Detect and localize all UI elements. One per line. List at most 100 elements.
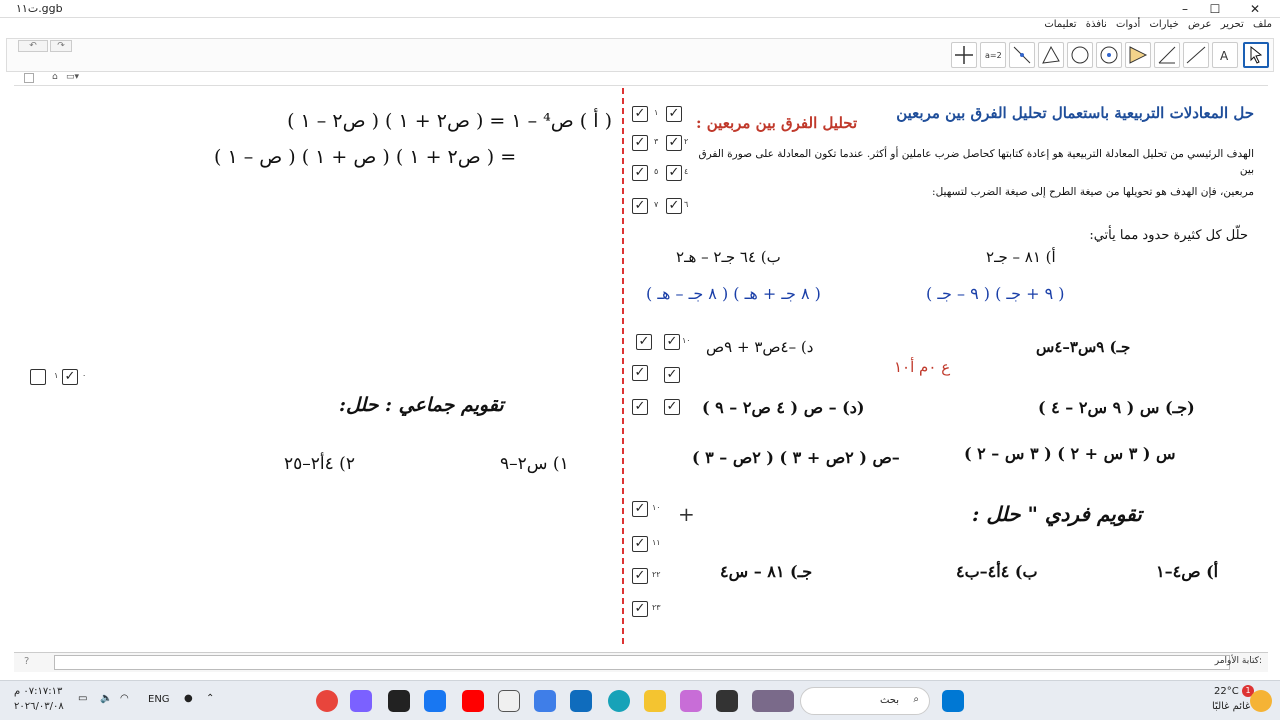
weather-desc[interactable]: غائم غالبًا (1212, 701, 1250, 712)
copilot-app-icon[interactable] (680, 690, 702, 712)
app-icon[interactable] (534, 690, 556, 712)
checkbox-label: ٧ (654, 200, 659, 209)
redo-button[interactable]: ↷ (50, 40, 72, 52)
solution-c-step1: (جـ) س ( ٩ س٢ – ٤ ) (1038, 398, 1195, 417)
lesson-subtitle: تحليل الفرق بين مربعين : (696, 114, 858, 132)
checkbox[interactable]: ✓ (632, 399, 648, 415)
copilot-icon[interactable] (350, 690, 372, 712)
checkbox[interactable]: ✓ (632, 568, 648, 584)
left-equation-2: = ( ص٢ + ١ ) ( ص + ١ ) ( ص – ١ ) (214, 146, 517, 168)
clock-date[interactable]: ٢٠٢٦/٠٣/٠٨ (14, 701, 64, 712)
checkbox[interactable]: ✓ (666, 135, 682, 151)
individual-assessment-heading: تقويم فردي " حلل : (972, 502, 1142, 526)
graphics-view-right[interactable]: ✓ ✓ ١ ✓ ✓ ٣ ٢ ✓ ✓ ٥ ٤ ✓ ✓ ٧ ٦ ✓ ✓ ١٠ ✓ ✓… (626, 88, 1268, 644)
undo-button[interactable]: ↶ (18, 40, 48, 52)
youtube-icon[interactable] (462, 690, 484, 712)
start-icon[interactable] (942, 690, 964, 712)
search-box[interactable]: بحث ⌕ (800, 687, 930, 715)
checkbox[interactable]: ✓ (664, 334, 680, 350)
minimize-button[interactable]: – (1170, 0, 1200, 18)
menu-view[interactable]: عرض (1188, 19, 1212, 30)
problem-b: ب) ٦٤ جـ٢ – هـ٢ (676, 248, 781, 266)
tray-chevron-icon[interactable]: ⌃ (206, 693, 214, 704)
circle-center-tool-icon[interactable] (1096, 42, 1122, 68)
weather-temp[interactable]: 22°C (1214, 686, 1239, 697)
slider-tool-icon[interactable]: a=2 (980, 42, 1006, 68)
perpendicular-tool-icon[interactable] (1009, 42, 1035, 68)
battery-icon[interactable]: ▭ (78, 693, 87, 704)
checkbox-label: ٣ (654, 137, 659, 146)
plus-cursor-icon: + (678, 502, 695, 526)
checkbox[interactable]: ✓ (632, 198, 648, 214)
line-tool-icon[interactable] (1183, 42, 1209, 68)
panel-divider[interactable] (622, 88, 624, 644)
checkbox[interactable]: ✓ (664, 399, 680, 415)
svg-text:a=2: a=2 (985, 51, 1002, 60)
menu-options[interactable]: خيارات (1149, 19, 1178, 30)
checkbox-unchecked[interactable] (30, 369, 46, 385)
checkbox[interactable]: ✓ (632, 536, 648, 552)
checkbox[interactable]: ✓ (632, 501, 648, 517)
language-indicator[interactable]: ENG (148, 694, 170, 705)
polygon-tool-icon[interactable] (1038, 42, 1064, 68)
checkbox[interactable]: ✓ (632, 135, 648, 151)
checkbox-label: ٢٢ (652, 570, 661, 579)
command-input[interactable] (54, 655, 1230, 670)
problem-d: د) –٤ص٣ + ٩ص (706, 338, 814, 356)
checkbox-label: ١ (54, 371, 59, 380)
move-graphics-tool-icon[interactable] (951, 42, 977, 68)
group-assessment-heading: تقويم جماعي : حلل: (339, 394, 504, 416)
store-icon[interactable] (716, 690, 738, 712)
checkbox[interactable]: ✓ (666, 106, 682, 122)
menu-file[interactable]: ملف (1253, 19, 1272, 30)
chrome-icon[interactable] (316, 690, 338, 712)
wifi-icon[interactable]: ◠ (120, 693, 129, 704)
close-button[interactable]: ✕ (1240, 0, 1270, 18)
angle-tool-icon[interactable] (1154, 42, 1180, 68)
checkbox-label: ٥ (654, 167, 659, 176)
checkbox[interactable]: ✓ (664, 367, 680, 383)
checkbox-checked[interactable]: ✓ (62, 369, 78, 385)
edge-icon[interactable] (608, 690, 630, 712)
search-highlight-icon[interactable] (752, 690, 794, 712)
weather-icon[interactable] (1250, 690, 1272, 712)
amazon-icon[interactable] (388, 690, 410, 712)
microphone-icon[interactable]: ● (184, 693, 193, 704)
toggle-icon[interactable] (24, 73, 34, 83)
reflect-tool-icon[interactable] (1125, 42, 1151, 68)
checkbox[interactable]: ✓ (666, 165, 682, 181)
view-menu-icon[interactable]: ▭▾ (66, 72, 79, 82)
checkbox[interactable]: ✓ (666, 198, 682, 214)
input-bar: ? كتابة الأوامر: (14, 652, 1268, 672)
checkbox[interactable]: ✓ (636, 334, 652, 350)
help-icon[interactable]: ? (24, 656, 29, 667)
handwritten-note: ع ٠م أ١٠ (894, 358, 951, 376)
move-tool-icon[interactable] (1243, 42, 1269, 68)
geogebra-icon[interactable] (498, 690, 520, 712)
outlook-icon[interactable] (570, 690, 592, 712)
volume-icon[interactable]: 🔈 (100, 693, 112, 704)
title-bar: ت١١.ggb – ☐ ✕ (0, 0, 1280, 18)
menu-edit[interactable]: تحرير (1221, 19, 1244, 30)
facebook-icon[interactable] (424, 690, 446, 712)
problem-a: أ) ٨١ – جـ٢ (986, 248, 1056, 266)
home-icon[interactable]: ⌂ (52, 72, 58, 82)
text-tool-icon[interactable]: A (1212, 42, 1238, 68)
menu-tools[interactable]: أدوات (1116, 19, 1140, 30)
checkbox[interactable]: ✓ (632, 365, 648, 381)
menu-help[interactable]: تعليمات (1044, 19, 1076, 30)
command-label: كتابة الأوامر: (1214, 656, 1262, 666)
maximize-button[interactable]: ☐ (1200, 0, 1230, 18)
circle-tool-icon[interactable] (1067, 42, 1093, 68)
search-label: بحث (879, 695, 899, 706)
checkbox[interactable]: ✓ (632, 106, 648, 122)
clock-time[interactable]: ٠٧:١٧:١٣ م (14, 686, 62, 697)
checkbox-label: ٢ (684, 137, 689, 146)
solution-a: ( ٩ + جـ ) ( ٩ – جـ ) (926, 284, 1065, 303)
checkbox-label: ٦ (684, 200, 689, 209)
checkbox[interactable]: ✓ (632, 601, 648, 617)
checkbox[interactable]: ✓ (632, 165, 648, 181)
menu-window[interactable]: نافذة (1086, 19, 1107, 30)
graphics-view-left[interactable]: ( أ ) ص⁴ – ١ = ( ص٢ + ١ ) ( ص٢ – ١ ) = (… (14, 88, 622, 644)
file-explorer-icon[interactable] (644, 690, 666, 712)
